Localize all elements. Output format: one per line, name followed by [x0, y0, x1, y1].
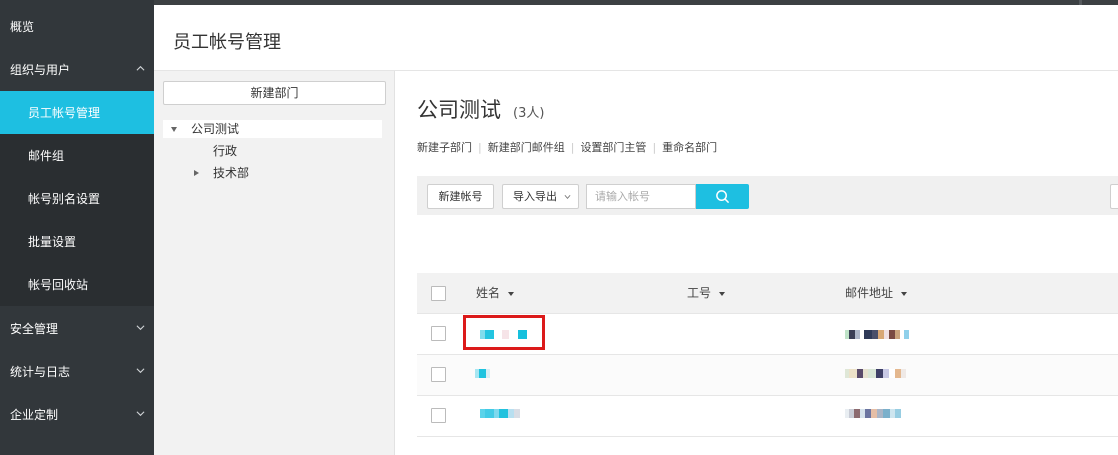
department-tree-panel: 新建部门 公司测试 行政 技术部 [154, 71, 395, 455]
new-subdepartment-link[interactable]: 新建子部门 [417, 139, 472, 155]
row-checkbox[interactable] [431, 367, 446, 382]
expand-toggle-icon[interactable] [194, 170, 199, 176]
sort-icon [508, 291, 515, 296]
department-title: 公司测试 [417, 98, 501, 122]
department-actions: 新建子部门 | 新建部门邮件组 | 设置部门主管 | 重命名部门 [417, 139, 717, 155]
sidebar-item-batch-settings[interactable]: 批量设置 [0, 220, 154, 263]
tree-node-label: 行政 [213, 144, 238, 158]
chevron-down-icon [136, 325, 145, 331]
sort-icon [719, 291, 726, 296]
table-row[interactable] [417, 355, 1118, 396]
expand-toggle-icon[interactable] [171, 127, 177, 132]
sidebar: 概览 组织与用户 员工帐号管理 邮件组 帐号别名设置 批量设置 帐号回收站 安全… [0, 0, 154, 455]
column-header-label: 姓名 [476, 286, 501, 300]
sidebar-item-label: 安全管理 [10, 322, 59, 336]
divider: | [652, 140, 657, 154]
chevron-down-icon [564, 194, 571, 199]
new-account-button[interactable]: 新建帐号 [427, 184, 494, 209]
blurred-email[interactable] [845, 330, 909, 339]
highlight-box [463, 315, 545, 350]
sidebar-item-overview[interactable]: 概览 [0, 5, 154, 48]
sidebar-item-label: 帐号回收站 [28, 278, 89, 292]
column-header-email[interactable]: 邮件地址 [845, 273, 908, 314]
tree-node-label: 公司测试 [191, 122, 240, 136]
divider: | [478, 140, 482, 154]
sidebar-item-label: 邮件组 [28, 149, 65, 163]
new-department-button[interactable]: 新建部门 [163, 81, 386, 105]
column-header-label: 邮件地址 [845, 286, 894, 300]
search-icon [716, 190, 730, 204]
table-row[interactable] [417, 396, 1118, 437]
sidebar-item-stats-logs[interactable]: 统计与日志 [0, 350, 154, 393]
chevron-up-icon [136, 65, 145, 71]
import-export-label: 导入导出 [513, 190, 557, 203]
blurred-email[interactable] [845, 369, 906, 378]
chevron-down-icon [136, 368, 145, 374]
sidebar-item-recycle-bin[interactable]: 帐号回收站 [0, 263, 154, 306]
sidebar-item-alias-settings[interactable]: 帐号别名设置 [0, 177, 154, 220]
chevron-down-icon [136, 411, 145, 417]
blurred-name[interactable] [475, 369, 490, 378]
set-dept-manager-link[interactable]: 设置部门主管 [580, 139, 646, 155]
search-button[interactable] [696, 184, 749, 209]
rename-dept-link[interactable]: 重命名部门 [662, 139, 717, 155]
tree-node-label: 技术部 [213, 166, 250, 180]
blurred-name[interactable] [480, 409, 520, 418]
sidebar-item-enterprise-custom[interactable]: 企业定制 [0, 393, 154, 436]
table-header: 姓名 工号 邮件地址 [417, 273, 1118, 314]
new-dept-mailgroup-link[interactable]: 新建部门邮件组 [488, 139, 565, 155]
tree-node-admin[interactable]: 行政 [163, 142, 382, 160]
page-title: 员工帐号管理 [173, 32, 281, 53]
sidebar-item-mail-groups[interactable]: 邮件组 [0, 134, 154, 177]
sidebar-item-label: 概览 [10, 20, 35, 34]
column-header-emp-id[interactable]: 工号 [687, 273, 726, 314]
account-toolbar: 新建帐号 导入导出 [417, 176, 1118, 215]
row-checkbox[interactable] [431, 408, 446, 423]
main-content: 公司测试 (3人) 新建子部门 | 新建部门邮件组 | 设置部门主管 | 重命名… [395, 71, 1118, 455]
sidebar-item-security[interactable]: 安全管理 [0, 307, 154, 350]
import-export-dropdown[interactable]: 导入导出 [502, 184, 579, 209]
member-count: (3人) [513, 106, 545, 121]
page-header: 员工帐号管理 [154, 5, 1118, 71]
sidebar-item-label: 组织与用户 [10, 63, 71, 77]
tree-node-company-test[interactable]: 公司测试 [163, 120, 382, 138]
sidebar-item-label: 员工帐号管理 [28, 106, 101, 120]
sidebar-item-org-users[interactable]: 组织与用户 [0, 48, 154, 91]
row-checkbox[interactable] [431, 326, 446, 341]
blurred-email[interactable] [845, 409, 901, 418]
column-header-label: 工号 [687, 286, 712, 300]
search-input[interactable] [586, 184, 696, 209]
toolbar-right-button[interactable] [1110, 184, 1118, 209]
sidebar-item-label: 批量设置 [28, 235, 77, 249]
divider: | [570, 140, 575, 154]
sidebar-item-label: 统计与日志 [10, 365, 71, 379]
sidebar-item-employee-accounts[interactable]: 员工帐号管理 [0, 91, 154, 134]
sidebar-item-label: 帐号别名设置 [28, 192, 101, 206]
sidebar-item-label: 企业定制 [10, 408, 59, 422]
tree-node-tech[interactable]: 技术部 [163, 164, 382, 182]
sort-icon [901, 291, 908, 296]
column-header-name[interactable]: 姓名 [476, 273, 515, 314]
select-all-checkbox[interactable] [431, 286, 446, 301]
